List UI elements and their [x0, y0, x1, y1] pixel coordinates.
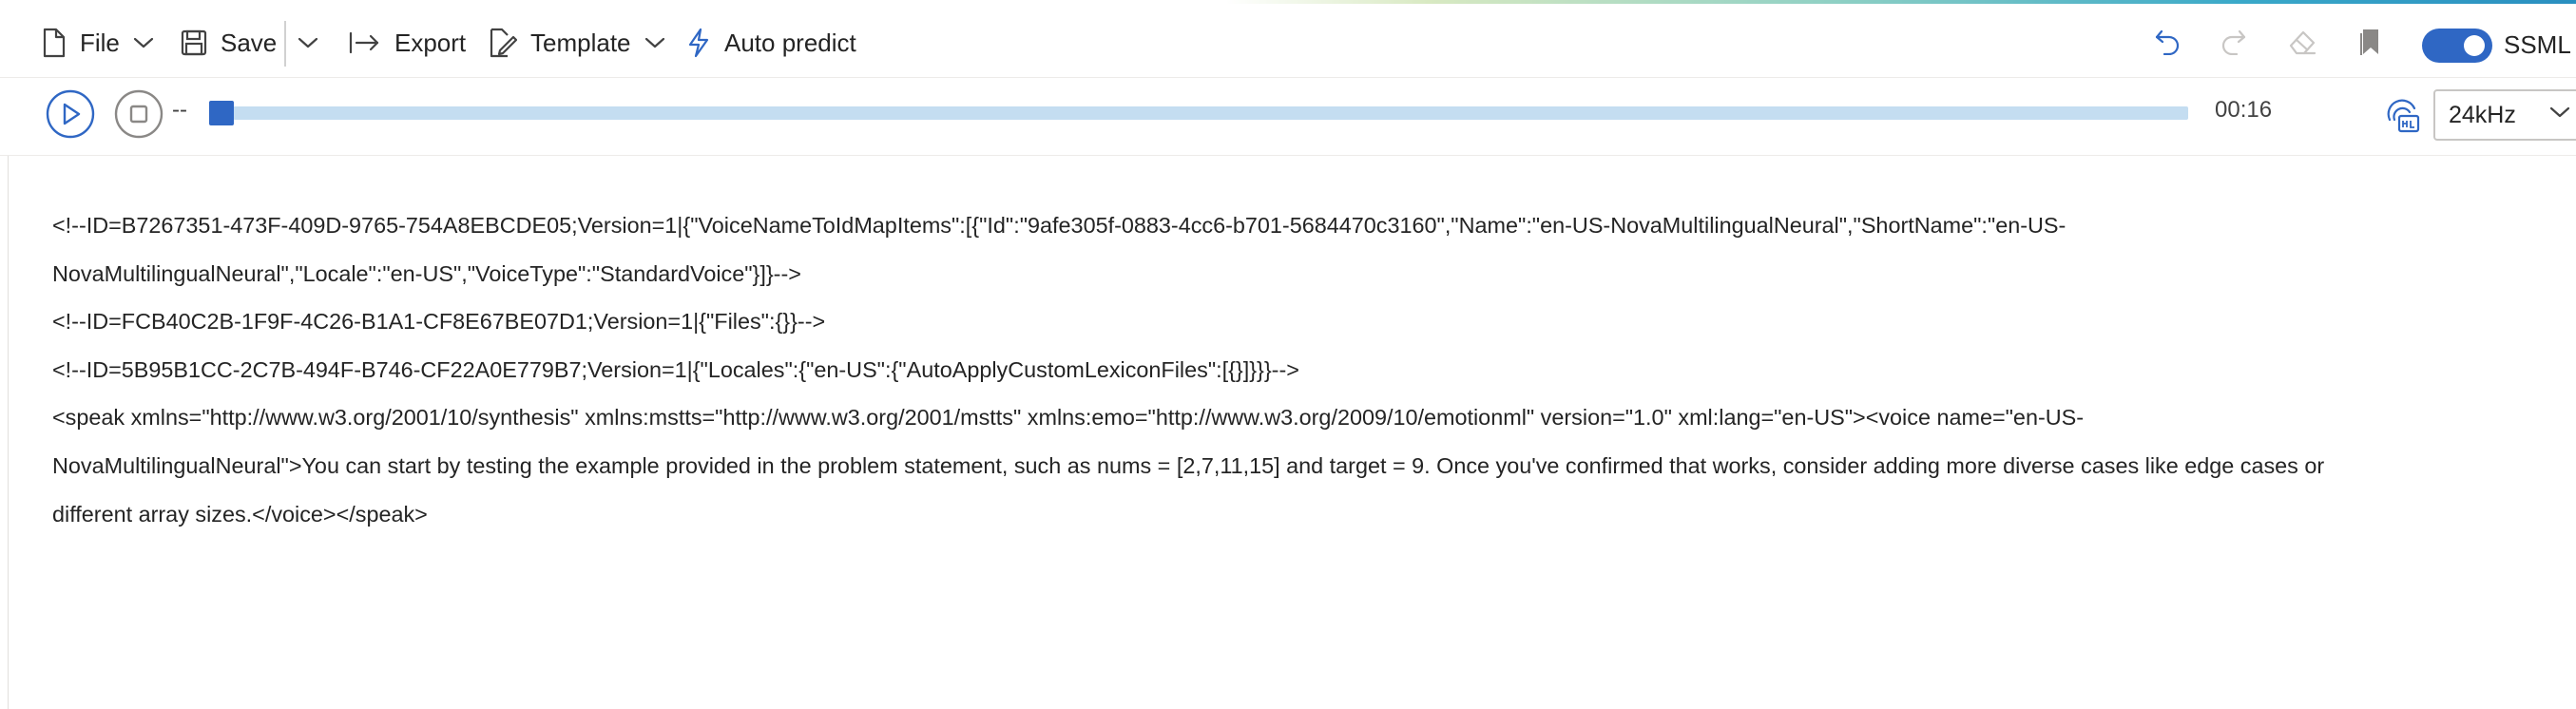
audio-player: -- 00:16 24kHz: [0, 78, 2576, 156]
total-duration: 00:16: [2215, 97, 2273, 123]
save-button[interactable]: Save: [181, 21, 277, 65]
toolbar-divider: [284, 21, 286, 67]
stop-icon: [114, 89, 163, 143]
code-line: <!--ID=B7267351-473F-409D-9765-754A8EBCD…: [52, 213, 2067, 238]
template-menu-button[interactable]: Template: [489, 21, 665, 65]
template-icon: [489, 28, 517, 58]
auto-predict-label: Auto predict: [724, 28, 856, 57]
export-label: Export: [394, 28, 467, 57]
redo-icon: [2220, 29, 2247, 60]
code-line: <!--ID=FCB40C2B-1F9F-4C26-B1A1-CF8E67BE0…: [52, 309, 826, 335]
export-button[interactable]: Export: [349, 21, 466, 65]
high-quality-icon: [2386, 99, 2420, 137]
save-icon: [181, 29, 207, 56]
redo-button[interactable]: [2215, 25, 2253, 63]
file-icon: [42, 28, 67, 58]
top-accent-strip: [1226, 0, 2576, 4]
save-options-dropdown[interactable]: [298, 21, 318, 65]
undo-icon: [2154, 29, 2181, 60]
ssml-toggle[interactable]: [2422, 29, 2492, 63]
high-quality-button[interactable]: [2386, 99, 2420, 133]
clear-button[interactable]: [2283, 25, 2321, 63]
ssml-toggle-knob: [2464, 35, 2485, 56]
ssml-toggle-label: SSML: [2504, 30, 2571, 59]
chevron-down-icon: [644, 36, 665, 49]
playback-slider[interactable]: [209, 101, 2188, 125]
auto-predict-button[interactable]: Auto predict: [686, 21, 856, 65]
play-button[interactable]: [46, 89, 95, 139]
code-line: NovaMultilingualNeural">You can start by…: [52, 452, 2325, 478]
toolbar: File Save Export Template Auto predict S…: [0, 8, 2576, 78]
playback-slider-handle[interactable]: [209, 101, 234, 125]
stop-button[interactable]: [114, 89, 163, 139]
bookmark-icon: [2359, 28, 2382, 61]
ssml-code: <!--ID=B7267351-473F-409D-9765-754A8EBCD…: [52, 201, 2562, 538]
code-line: NovaMultilingualNeural","Locale":"en-US"…: [52, 260, 801, 286]
code-line: <speak xmlns="http://www.w3.org/2001/10/…: [52, 405, 2085, 431]
current-time: --: [172, 97, 187, 123]
export-icon: [349, 30, 381, 55]
chevron-down-icon: [298, 36, 318, 49]
undo-button[interactable]: [2148, 25, 2186, 63]
eraser-icon: [2288, 29, 2316, 60]
bookmark-button[interactable]: [2352, 25, 2390, 63]
template-label: Template: [530, 28, 631, 57]
auto-predict-icon: [686, 28, 711, 58]
ssml-editor[interactable]: <!--ID=B7267351-473F-409D-9765-754A8EBCD…: [8, 156, 2576, 709]
code-line: <!--ID=5B95B1CC-2C7B-494F-B746-CF22A0E77…: [52, 356, 1299, 382]
sample-rate-value: 24kHz: [2449, 101, 2516, 128]
code-line: different array sizes.</voice></speak>: [52, 501, 428, 527]
sample-rate-select[interactable]: 24kHz: [2433, 89, 2576, 141]
chevron-down-icon: [133, 36, 154, 49]
play-icon: [46, 89, 95, 143]
file-menu-label: File: [80, 28, 120, 57]
save-label: Save: [221, 28, 278, 57]
file-menu-button[interactable]: File: [42, 21, 154, 65]
